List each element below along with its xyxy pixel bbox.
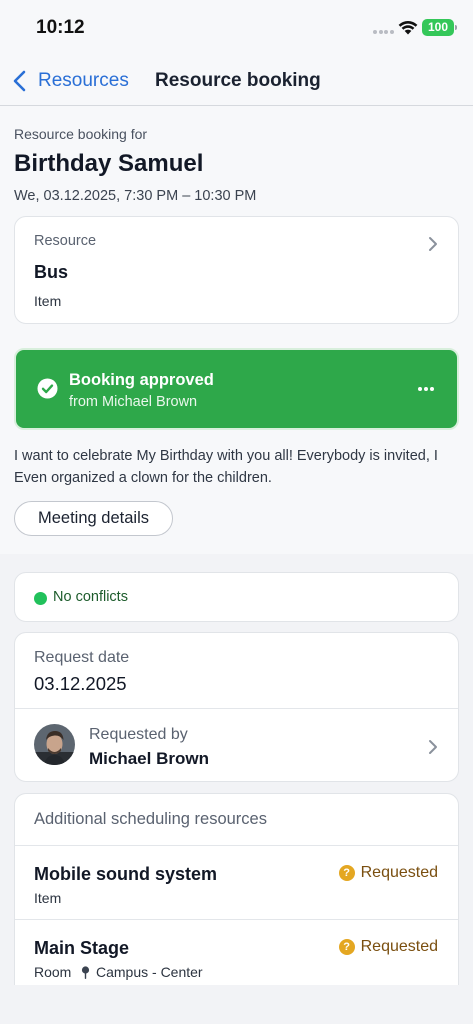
signal-icon: [373, 30, 395, 34]
additional-item-type: Room: [34, 964, 72, 980]
status-time: 10:12: [36, 17, 85, 38]
battery-indicator: 100: [422, 19, 457, 36]
booking-for-label: Resource booking for: [14, 126, 148, 142]
question-circle-icon: ?: [338, 865, 355, 881]
requester-row[interactable]: Requested by Michael Brown: [15, 709, 458, 783]
meeting-details-button[interactable]: Meeting details: [14, 501, 173, 536]
status-badge: ? Requested: [338, 864, 438, 882]
additional-item-name: Mobile sound system: [34, 864, 218, 884]
pin-icon: [81, 965, 90, 979]
question-circle-icon: ?: [338, 939, 355, 955]
request-info-card: Request date 03.12.2025 Requested by Mic…: [14, 632, 459, 782]
status-dot-icon: [34, 592, 47, 605]
wifi-icon: [398, 21, 418, 35]
back-button[interactable]: Resources: [12, 66, 129, 96]
resource-name: Bus: [34, 262, 69, 282]
booking-description: I want to celebrate My Birthday with you…: [14, 448, 438, 486]
check-circle-icon: [37, 378, 58, 399]
list-item[interactable]: Mobile sound system Item ? Requested: [15, 846, 458, 918]
resource-card[interactable]: Resource Bus Item: [14, 216, 459, 324]
additional-resources-card: Additional scheduling resources Mobile s…: [14, 793, 459, 991]
page-title: Resource booking: [155, 70, 321, 91]
approval-banner: Booking approved from Michael Brown: [14, 348, 459, 430]
back-label: Resources: [38, 70, 129, 91]
requested-by-name: Michael Brown: [89, 749, 209, 768]
status-bar: 10:12 100: [0, 0, 473, 56]
conflict-card: No conflicts: [14, 572, 459, 622]
resource-type: Item: [34, 293, 62, 309]
more-horizontal-icon[interactable]: [415, 384, 437, 394]
additional-resources-header: Additional scheduling resources: [34, 810, 267, 828]
chevron-right-icon: [429, 740, 437, 754]
event-datetime: We, 03.12.2025, 7:30 PM – 10:30 PM: [14, 188, 257, 204]
additional-item-location: Campus - Center: [81, 964, 203, 980]
event-title: Birthday Samuel: [14, 150, 204, 177]
location-text: Campus - Center: [96, 964, 203, 980]
status-text: Requested: [360, 864, 438, 881]
chevron-right-icon: [429, 237, 437, 251]
status-text: Requested: [360, 938, 438, 955]
requested-by-label: Requested by: [89, 726, 188, 743]
approval-from: from Michael Brown: [69, 394, 198, 410]
conflict-status: No conflicts: [53, 589, 128, 605]
navigation-bar: Resources Resource booking: [0, 56, 473, 106]
chevron-left-icon: [13, 70, 26, 92]
approval-title: Booking approved: [69, 371, 214, 389]
avatar: [34, 724, 75, 765]
request-date-value: 03.12.2025: [34, 673, 127, 694]
resource-label: Resource: [34, 233, 97, 249]
additional-item-name: Main Stage: [34, 938, 130, 958]
status-badge: ? Requested: [338, 938, 438, 956]
request-date-label: Request date: [34, 649, 130, 666]
additional-item-type: Item: [34, 890, 62, 906]
list-item[interactable]: Main Stage Room Campus - Center ? Reques…: [15, 920, 458, 992]
booking-summary-section: Resource booking for Birthday Samuel We,…: [0, 106, 473, 554]
bottom-background: [0, 985, 473, 1024]
